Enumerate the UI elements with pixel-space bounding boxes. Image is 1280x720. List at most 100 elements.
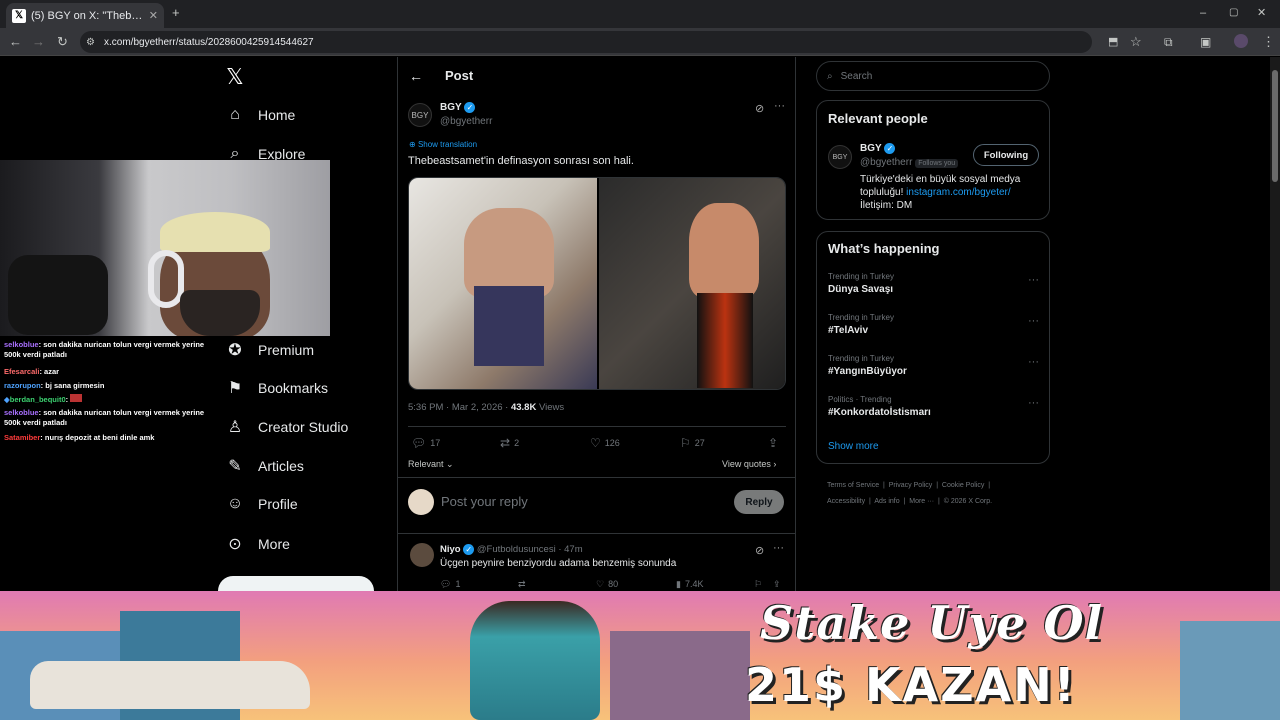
trend-name: #YangınBüyüyor (828, 366, 907, 377)
sidepanel-icon[interactable]: ▣ (1200, 35, 1211, 49)
nav-home[interactable]: ⌂ Home (226, 106, 295, 124)
streamer-cap (160, 212, 270, 252)
banner-building (1180, 621, 1280, 720)
trend-item[interactable]: Trending in Turkey Dünya Savaşı (828, 272, 1038, 295)
reply-action[interactable]: 💬︎ 17 (411, 436, 440, 450)
nav-premium-label: Premium (258, 342, 315, 358)
bookmark-action[interactable]: ⚐ 27 (680, 436, 705, 450)
trend-item[interactable]: Trending in Turkey #TelAviv (828, 313, 1038, 336)
reply-replies[interactable]: 💬︎ 1 (440, 579, 460, 590)
reply-button[interactable]: Reply (734, 490, 784, 514)
nav-creator-studio[interactable]: ♙ Creator Studio (226, 417, 348, 437)
reply-likes[interactable]: ♡ 80 (596, 579, 618, 590)
trend-context: Trending in Turkey (828, 313, 894, 322)
x-favicon-icon: 𝕏 (12, 8, 26, 23)
trend-more-icon[interactable]: ··· (1028, 356, 1039, 368)
address-bar[interactable]: x.com/bgyetherr/status/20286004259145446… (80, 31, 1092, 53)
relevant-sort[interactable]: Relevant ⌄ (408, 459, 454, 470)
new-tab-icon[interactable]: + (172, 6, 180, 20)
show-more-link[interactable]: Show more (828, 441, 879, 452)
creator-icon: ♙ (227, 419, 243, 436)
footer-terms[interactable]: Terms of Service (827, 482, 879, 489)
view-quotes-link[interactable]: View quotes › (722, 459, 776, 469)
maximize-icon[interactable]: ▢ (1229, 6, 1238, 20)
reload-icon[interactable]: ↻ (57, 35, 68, 49)
nav-premium[interactable]: ✪ Premium (226, 340, 314, 360)
banner-headline: Stake Uye Ol (760, 596, 1104, 650)
chat-message: selkoblue: son dakika nurican tolun verg… (4, 408, 214, 428)
search-box[interactable]: ⌕ Search (816, 61, 1050, 91)
reply-bookmark[interactable]: ⚐ (754, 579, 762, 590)
author-avatar[interactable]: BGY (408, 103, 432, 127)
author-name[interactable]: BGY (440, 102, 462, 113)
like-action[interactable]: ♡ 126 (590, 436, 620, 450)
reply-time[interactable]: · 47m (558, 544, 582, 555)
search-placeholder: Search (840, 70, 873, 82)
share-action[interactable]: ⇪ (768, 436, 778, 450)
star-icon[interactable]: ☆ (1130, 35, 1142, 49)
footer-accessibility[interactable]: Accessibility (827, 498, 865, 505)
reply-views[interactable]: ▮ 7.4K (676, 579, 703, 590)
browser-menu-icon[interactable]: ⋮ (1262, 35, 1275, 49)
post-time[interactable]: 5:36 PM · Mar 2, 2026 · (408, 402, 508, 413)
footer-more[interactable]: More ··· (909, 498, 934, 505)
profile-avatar-icon[interactable] (1234, 34, 1248, 48)
trend-more-icon[interactable]: ··· (1028, 397, 1039, 409)
window-close-icon[interactable]: ✕ (1257, 6, 1266, 20)
reply-input[interactable]: Post your reply (441, 494, 528, 509)
browser-tab[interactable]: 𝕏 (5) BGY on X: "Thebeastsamet'i ✕ (6, 3, 164, 28)
image-figure (464, 208, 554, 298)
forward-icon[interactable]: → (32, 35, 45, 49)
bio-link[interactable]: instagram.com/bgyeter/ (906, 187, 1011, 198)
headphones (148, 250, 184, 308)
trend-item[interactable]: Politics · Trending #Konkordatoİstismarı (828, 395, 1038, 418)
user-avatar[interactable] (408, 489, 434, 515)
trend-item[interactable]: Trending in Turkey #YangınBüyüyor (828, 354, 1038, 377)
tab-close-icon[interactable]: ✕ (149, 9, 158, 22)
install-icon[interactable]: ⬒ (1108, 35, 1118, 49)
footer-privacy[interactable]: Privacy Policy (889, 482, 933, 489)
reply-repost[interactable]: ⇄ (518, 579, 526, 590)
repost-icon: ⇄ (500, 436, 511, 450)
trend-more-icon[interactable]: ··· (1028, 274, 1039, 286)
x-logo-icon[interactable]: 𝕏 (226, 64, 244, 90)
relevant-people-title: Relevant people (828, 111, 928, 126)
nav-bookmarks[interactable]: ⚑ Bookmarks (226, 378, 328, 398)
trend-more-icon[interactable]: ··· (1028, 315, 1039, 327)
whats-happening-title: What’s happening (828, 241, 940, 256)
back-arrow-icon[interactable]: ← (409, 68, 423, 84)
footer-ads[interactable]: Ads info (874, 498, 899, 505)
nav-profile[interactable]: ☺ Profile (226, 495, 298, 513)
scrollbar-thumb[interactable] (1272, 70, 1278, 182)
grok-icon[interactable]: ⊘ (755, 102, 764, 115)
relevant-handle[interactable]: @bgyetherr (860, 157, 912, 168)
show-translation[interactable]: ⊕ Show translation (409, 140, 477, 149)
following-button[interactable]: Following (973, 144, 1039, 166)
nav-articles[interactable]: ✎ Articles (226, 456, 304, 476)
site-info-icon[interactable]: ⚙ (86, 36, 95, 50)
reply-author-handle[interactable]: @Futboldusuncesi (477, 544, 556, 555)
articles-icon: ✎ (228, 458, 242, 475)
minimize-icon[interactable]: – (1200, 6, 1206, 20)
reply-author-avatar[interactable] (410, 543, 434, 567)
relevant-avatar[interactable]: BGY (828, 145, 852, 169)
chat-message: Satamiber: nurış depozit at beni dinle a… (4, 433, 214, 443)
author-handle[interactable]: @bgyetherr (440, 116, 492, 127)
reply-author-name[interactable]: Niyo (440, 544, 461, 555)
media-image-1[interactable] (409, 178, 597, 389)
premium-icon: ✪ (228, 342, 242, 359)
footer-cookie[interactable]: Cookie Policy (942, 482, 984, 489)
more-options-icon[interactable]: ··· (773, 542, 784, 554)
relevant-name[interactable]: BGY (860, 143, 882, 154)
post-media[interactable] (408, 177, 786, 390)
bookmark-icon: ⚐ (680, 436, 691, 450)
reply-share[interactable]: ⇪ (773, 579, 781, 590)
more-options-icon[interactable]: ··· (774, 100, 785, 112)
repost-action[interactable]: ⇄ 2 (500, 436, 519, 450)
media-image-2[interactable] (599, 178, 785, 389)
nav-more[interactable]: ⊙ More (226, 534, 290, 554)
back-icon[interactable]: ← (9, 35, 22, 49)
grok-icon[interactable]: ⊘ (755, 544, 764, 557)
extensions-icon[interactable]: ⧉ (1164, 35, 1173, 49)
chat-user: berdan_bequit0 (9, 395, 66, 404)
